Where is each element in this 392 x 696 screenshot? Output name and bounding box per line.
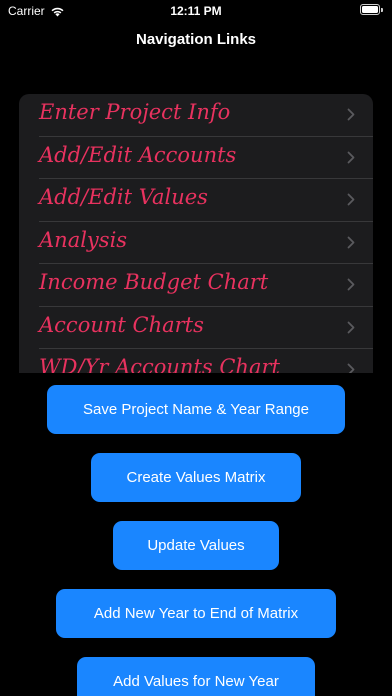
page-title: Navigation Links <box>135 31 257 48</box>
list-item-label: WD/Yr Accounts Chart <box>39 355 280 373</box>
list-item-label: Account Charts <box>39 312 204 337</box>
update-values-button[interactable]: Update Values <box>113 521 279 570</box>
list-item-analysis[interactable]: Analysis <box>39 222 373 264</box>
list-item-account-charts[interactable]: Account Charts <box>39 307 373 349</box>
create-values-matrix-button[interactable]: Create Values Matrix <box>91 453 301 502</box>
list-item-label: Analysis <box>39 227 128 252</box>
list-item-label: Enter Project Info <box>39 100 231 124</box>
save-project-button[interactable]: Save Project Name & Year Range <box>47 385 345 434</box>
chevron-right-icon <box>347 321 355 333</box>
chevron-right-icon <box>347 278 355 291</box>
status-bar: Carrier 12:11 PM <box>0 0 392 22</box>
app-screen: Carrier 12:11 PM Navigation Links Enter … <box>0 0 392 696</box>
status-time: 12:11 PM <box>170 4 222 18</box>
list-item-enter-project-info[interactable]: Enter Project Info <box>39 94 373 137</box>
list-item-label: Add/Edit Values <box>39 185 208 209</box>
list-item-add-edit-values[interactable]: Add/Edit Values <box>39 179 373 222</box>
list-item-label: Income Budget Chart <box>39 270 269 294</box>
navigation-list: Enter Project Info Add/Edit Accounts Add… <box>19 94 373 373</box>
battery-icon <box>360 4 384 15</box>
chevron-right-icon <box>347 236 355 248</box>
chevron-right-icon <box>347 151 355 163</box>
list-item-income-budget-chart[interactable]: Income Budget Chart <box>39 264 373 307</box>
add-values-new-year-button[interactable]: Add Values for New Year <box>77 657 315 696</box>
list-item-add-edit-accounts[interactable]: Add/Edit Accounts <box>39 137 373 179</box>
chevron-right-icon <box>347 363 355 373</box>
chevron-right-icon <box>347 193 355 206</box>
list-item-label: Add/Edit Accounts <box>39 142 237 167</box>
chevron-right-icon <box>347 108 355 121</box>
list-item-wd-yr-accounts-chart[interactable]: WD/Yr Accounts Chart <box>39 349 373 373</box>
add-new-year-button[interactable]: Add New Year to End of Matrix <box>56 589 336 638</box>
